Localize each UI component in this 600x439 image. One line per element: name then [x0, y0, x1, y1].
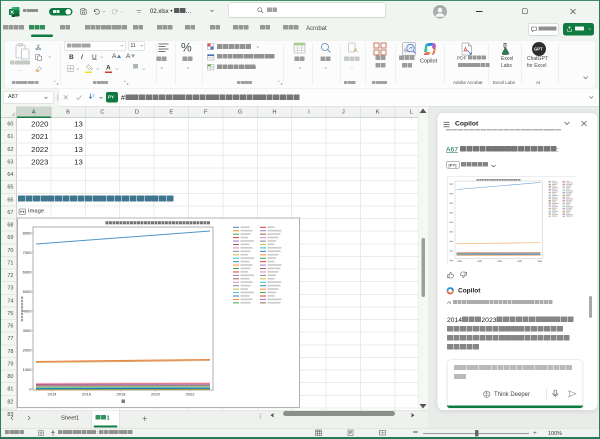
- svg-text:2016: 2016: [82, 392, 92, 397]
- svg-text:3000: 3000: [23, 328, 33, 333]
- svg-text:2018: 2018: [117, 392, 127, 397]
- svg-text:3: 3: [93, 94, 95, 98]
- svg-text:4000: 4000: [23, 308, 33, 313]
- svg-text:2022: 2022: [186, 392, 196, 397]
- svg-text:2020: 2020: [151, 392, 161, 397]
- svg-text:6000: 6000: [23, 269, 33, 274]
- svg-text:7000: 7000: [23, 250, 33, 255]
- svg-text:8000: 8000: [23, 230, 33, 235]
- svg-text:2000: 2000: [23, 347, 33, 352]
- svg-text:5000: 5000: [23, 289, 33, 294]
- svg-text:1000: 1000: [23, 367, 33, 372]
- svg-text:2014: 2014: [48, 392, 58, 397]
